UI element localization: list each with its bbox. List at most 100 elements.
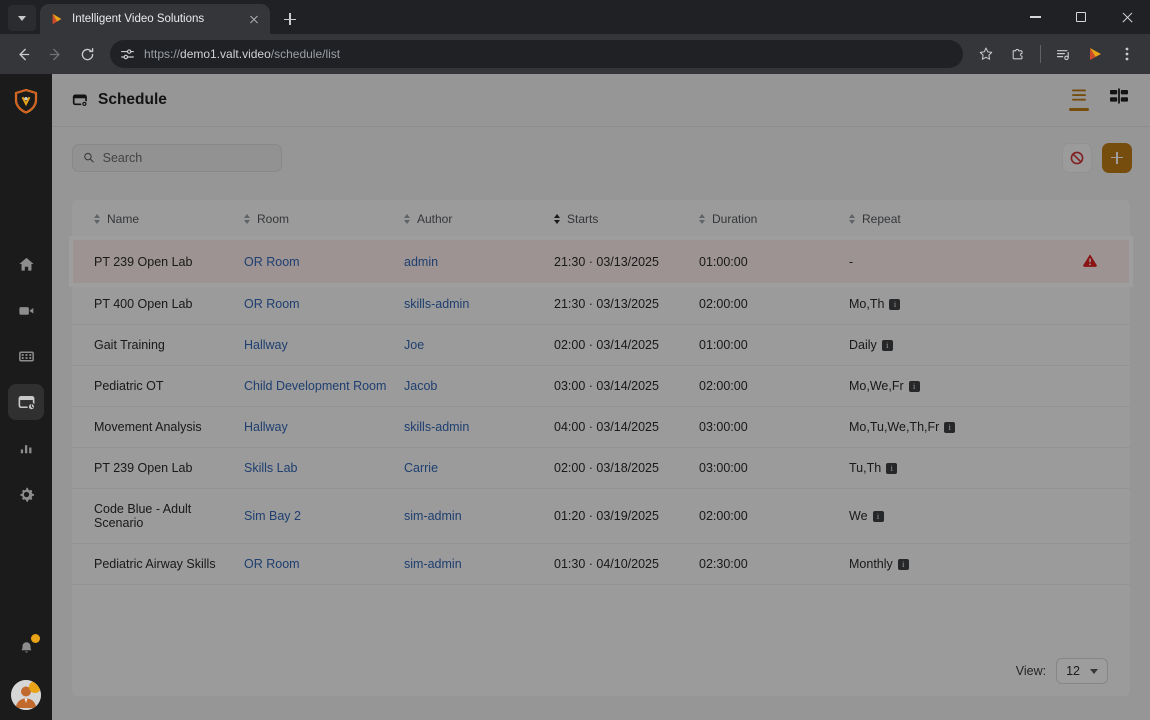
close-icon[interactable] [246, 11, 262, 27]
table-row[interactable]: PT 400 Open Lab OR Room skills-admin 21:30 … [72, 284, 1130, 325]
column-header-starts[interactable]: Starts [554, 200, 699, 239]
sidebar-item-recordings[interactable] [8, 292, 44, 328]
table-row[interactable]: PT 239 Open Lab Skills Lab Carrie 02:00 · 0… [72, 447, 1130, 489]
cell-room[interactable]: OR Room [244, 284, 404, 325]
table-row[interactable]: Gait Training Hallway Joe 02:00 · 03/14/202… [72, 324, 1130, 366]
table-row[interactable]: Pediatric Airway Skills OR Room sim-admin 0… [72, 543, 1130, 585]
notification-badge [31, 634, 40, 643]
info-icon[interactable]: i [944, 421, 956, 433]
search-input[interactable] [102, 150, 271, 165]
cell-author[interactable]: sim-admin [404, 543, 554, 585]
table-row[interactable]: PT 239 Open Lab OR Room admin 21:30 · 03/13… [69, 235, 1133, 287]
cell-room[interactable]: Hallway [244, 406, 404, 448]
cell-room[interactable]: OR Room [244, 238, 404, 284]
puzzle-icon [1012, 48, 1023, 60]
timeline-view-toggle[interactable] [1106, 88, 1132, 118]
column-header-author[interactable]: Author [404, 200, 554, 239]
tab-search-button[interactable] [8, 5, 36, 31]
sidebar-item-home[interactable] [8, 246, 44, 282]
column-label: Duration [712, 212, 758, 226]
table-row[interactable]: Code Blue - Adult Scenario Sim Bay 2 sim-a… [72, 488, 1130, 544]
info-icon[interactable]: i [886, 462, 898, 474]
cell-room[interactable]: OR Room [244, 543, 404, 585]
info-icon[interactable]: i [881, 339, 893, 351]
cell-repeat: Mo,We,Fr i [849, 365, 1049, 407]
cell-name: Gait Training [72, 324, 244, 366]
cell-repeat: Monthly i [849, 543, 1049, 585]
timeline-icon [1110, 88, 1128, 104]
cell-author[interactable]: skills-admin [404, 406, 554, 448]
info-icon[interactable]: i [908, 380, 920, 392]
cell-status [1049, 406, 1130, 448]
search-box[interactable] [72, 143, 282, 172]
cell-author[interactable]: sim-admin [404, 488, 554, 544]
cell-name: Pediatric OT [72, 365, 244, 407]
cell-status [1049, 324, 1130, 366]
warning-triangle-icon[interactable] [1082, 252, 1098, 268]
cell-duration: 03:00:00 [699, 406, 849, 448]
bookmark-button[interactable] [971, 39, 1001, 69]
cell-status [1049, 447, 1130, 489]
info-icon[interactable]: i [889, 298, 901, 310]
sidebar-item-media[interactable] [8, 338, 44, 374]
tune-icon[interactable] [120, 47, 135, 62]
column-header-name[interactable]: Name [72, 200, 244, 239]
tab-title: Intelligent Video Solutions [72, 13, 205, 25]
cell-room[interactable]: Hallway [244, 324, 404, 366]
window-controls [1012, 0, 1150, 34]
add-schedule-button[interactable] [1102, 142, 1132, 173]
reload-button[interactable] [72, 39, 102, 69]
column-header-room[interactable]: Room [244, 200, 404, 239]
cell-author[interactable]: admin [404, 238, 554, 284]
avatar[interactable] [11, 680, 41, 710]
column-header-duration[interactable]: Duration [699, 200, 849, 239]
browser-window: Intelligent Video Solutions https://demo… [0, 0, 1150, 720]
browser-menu-button[interactable] [1112, 39, 1142, 69]
cell-room[interactable]: Skills Lab [244, 447, 404, 489]
cell-author[interactable]: skills-admin [404, 284, 554, 325]
cell-author[interactable]: Joe [404, 324, 554, 366]
cell-duration: 01:00:00 [699, 238, 849, 284]
address-bar[interactable]: https://demo1.valt.video/schedule/list [110, 40, 963, 68]
valt-app-button[interactable] [1080, 39, 1110, 69]
cell-repeat: Mo,Tu,We,Th,Fr i [849, 406, 1049, 448]
column-header-repeat[interactable]: Repeat [849, 200, 1049, 239]
cell-duration: 02:00:00 [699, 488, 849, 544]
cell-starts: 03:00 · 03/14/2025 [554, 365, 699, 407]
schedule-icon [18, 395, 35, 411]
valt-shield-logo[interactable] [11, 86, 41, 116]
cell-author[interactable]: Carrie [404, 447, 554, 489]
info-icon[interactable]: i [897, 558, 909, 570]
list-view-toggle[interactable] [1066, 88, 1092, 118]
forward-button[interactable] [40, 39, 70, 69]
cell-room[interactable]: Child Development Room [244, 365, 404, 407]
new-tab-button[interactable] [276, 5, 304, 33]
sidebar-item-settings[interactable] [8, 476, 44, 512]
extensions-button[interactable] [1003, 39, 1033, 69]
app-sidebar [0, 74, 52, 720]
page-size-select[interactable]: 12 [1056, 658, 1108, 684]
url-text: https://demo1.valt.video/schedule/list [144, 47, 340, 61]
browser-tab[interactable]: Intelligent Video Solutions [40, 4, 270, 34]
sidebar-item-analytics[interactable] [8, 430, 44, 466]
sidebar-nav [8, 246, 44, 512]
cell-duration: 02:00:00 [699, 365, 849, 407]
table-row[interactable]: Pediatric OT Child Development Room Jacob 0… [72, 365, 1130, 407]
notifications-button[interactable] [8, 630, 44, 666]
reading-list-button[interactable] [1048, 39, 1078, 69]
maximize-button[interactable] [1058, 0, 1104, 34]
table-head: Name Room Author Starts Duration Repeat [72, 200, 1130, 239]
table-row[interactable]: Movement Analysis Hallway skills-admin 04:0… [72, 406, 1130, 448]
column-label: Author [417, 212, 453, 226]
back-button[interactable] [8, 39, 38, 69]
sidebar-item-schedule[interactable] [8, 384, 44, 420]
block-schedule-button[interactable] [1062, 142, 1092, 173]
minimize-button[interactable] [1012, 0, 1058, 34]
bar-chart-icon [20, 444, 31, 453]
minimize-icon [1029, 16, 1041, 18]
cell-name: Movement Analysis [72, 406, 244, 448]
close-window-button[interactable] [1104, 0, 1150, 34]
cell-author[interactable]: Jacob [404, 365, 554, 407]
cell-room[interactable]: Sim Bay 2 [244, 488, 404, 544]
info-icon[interactable]: i [872, 510, 884, 522]
